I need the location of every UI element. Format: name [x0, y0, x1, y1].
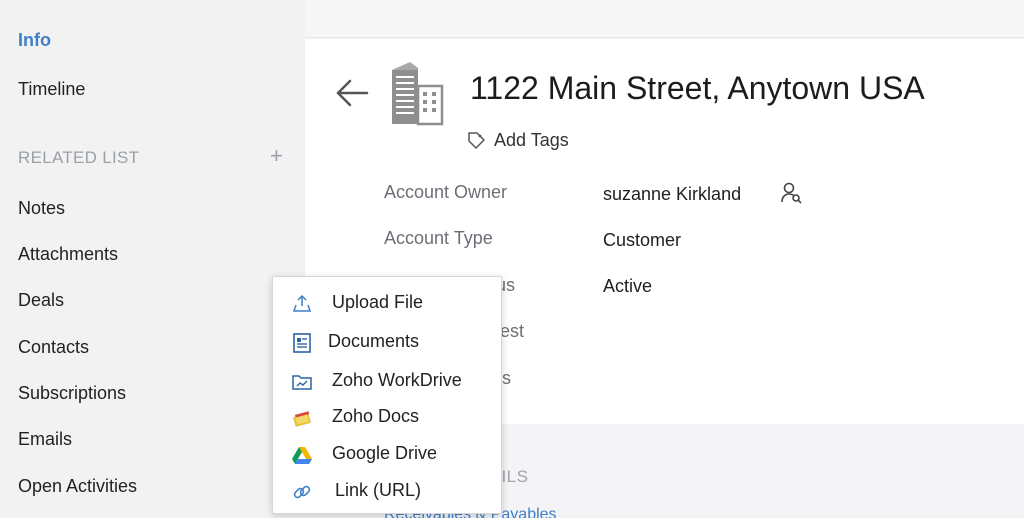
sidebar-item-emails[interactable]: Emails [18, 429, 72, 450]
user-search-icon[interactable] [780, 181, 804, 205]
menu-item-zoho-workdrive[interactable]: Zoho WorkDrive [273, 363, 501, 399]
account-owner-label: Account Owner [384, 182, 508, 202]
sidebar-item-open-activities[interactable]: Open Activities [18, 476, 137, 497]
attach-dropdown-menu: Upload File Documents Zoho WorkDrive Zoh… [272, 276, 502, 514]
building-icon [392, 62, 444, 126]
account-type-value: Customer [603, 230, 682, 250]
menu-item-upload-file[interactable]: Upload File [273, 285, 501, 321]
documents-label: Documents [328, 331, 420, 351]
menu-item-zoho-docs[interactable]: Zoho Docs [273, 399, 501, 435]
link-url-label: Link (URL) [335, 480, 422, 500]
google-drive-icon [292, 447, 312, 464]
top-strip [305, 0, 1024, 38]
zoho-docs-label: Zoho Docs [332, 406, 420, 426]
status-value: Active [603, 276, 653, 296]
sidebar-item-timeline[interactable]: Timeline [18, 79, 85, 100]
field-label-partial-2: s [502, 368, 511, 388]
menu-item-link-url[interactable]: Link (URL) [273, 473, 501, 509]
account-type-label: Account Type [384, 228, 493, 248]
related-list-heading: RELATED LIST [18, 148, 140, 167]
tag-icon[interactable] [467, 130, 487, 150]
add-tags-link[interactable]: Add Tags [494, 130, 569, 151]
zoho-docs-icon [293, 411, 311, 427]
sidebar-item-deals[interactable]: Deals [18, 290, 64, 311]
documents-icon [293, 333, 311, 353]
zoho-workdrive-label: Zoho WorkDrive [332, 370, 462, 390]
upload-file-label: Upload File [332, 292, 424, 312]
link-icon [293, 485, 311, 499]
add-related-list-button[interactable]: + [270, 143, 283, 169]
account-owner-value: suzanne Kirkland [603, 184, 742, 204]
sidebar-item-attachments[interactable]: Attachments [18, 244, 118, 265]
upload-icon [292, 294, 312, 312]
back-arrow-icon[interactable] [335, 78, 369, 108]
menu-item-documents[interactable]: Documents [273, 324, 501, 360]
sidebar-item-notes[interactable]: Notes [18, 198, 65, 219]
sidebar-item-info[interactable]: Info [18, 30, 51, 51]
sidebar-item-subscriptions[interactable]: Subscriptions [18, 383, 126, 404]
sidebar-item-contacts[interactable]: Contacts [18, 337, 89, 358]
menu-item-google-drive[interactable]: Google Drive [273, 436, 501, 472]
record-title: 1122 Main Street, Anytown USA [470, 70, 925, 106]
sidebar: Info Timeline RELATED LIST + Notes Attac… [0, 0, 305, 518]
field-label-partial: est [500, 321, 525, 341]
workdrive-icon [292, 375, 312, 390]
chevron-down-icon[interactable]: ⌄ [604, 510, 614, 518]
google-drive-label: Google Drive [332, 443, 438, 463]
